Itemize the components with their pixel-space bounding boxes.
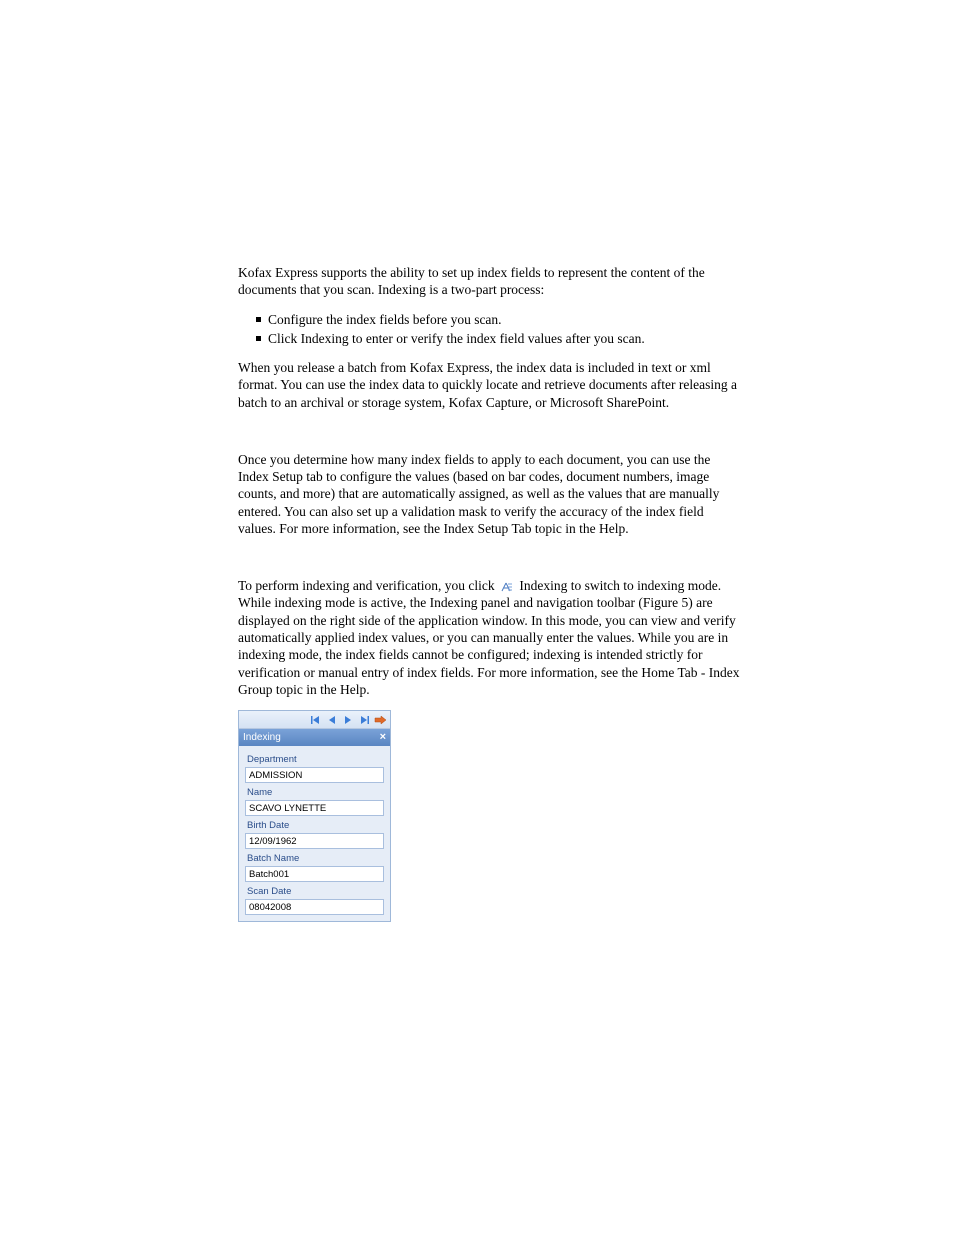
department-field[interactable] — [245, 767, 384, 783]
panel-titlebar: Indexing × — [239, 729, 390, 746]
panel-body: Department Name Birth Date Batch Name Sc… — [239, 746, 390, 921]
perform-text-pre: To perform indexing and verification, yo… — [238, 578, 498, 593]
nav-toolbar — [239, 711, 390, 729]
intro-paragraph: Kofax Express supports the ability to se… — [238, 264, 740, 299]
scan-date-field[interactable] — [245, 899, 384, 915]
release-paragraph: When you release a batch from Kofax Expr… — [238, 359, 740, 411]
birth-date-field[interactable] — [245, 833, 384, 849]
batch-name-field[interactable] — [245, 866, 384, 882]
indexing-icon — [500, 581, 514, 593]
indexing-panel: Indexing × Department Name Birth Date Ba… — [238, 710, 391, 922]
list-item: Configure the index fields before you sc… — [238, 311, 740, 328]
panel-title: Indexing — [243, 732, 281, 743]
config-paragraph: Once you determine how many index fields… — [238, 451, 740, 537]
field-label-department: Department — [247, 754, 384, 765]
close-icon[interactable]: × — [380, 732, 386, 743]
perform-text-post: Indexing to switch to indexing mode. Whi… — [238, 578, 740, 697]
perform-paragraph: To perform indexing and verification, yo… — [238, 577, 740, 698]
field-label-scan-date: Scan Date — [247, 886, 384, 897]
process-list: Configure the index fields before you sc… — [238, 311, 740, 348]
field-label-batch-name: Batch Name — [247, 853, 384, 864]
list-item: Click Indexing to enter or verify the in… — [238, 330, 740, 347]
nav-first-button[interactable] — [309, 713, 323, 727]
name-field[interactable] — [245, 800, 384, 816]
nav-prev-button[interactable] — [325, 713, 339, 727]
nav-next-button[interactable] — [341, 713, 355, 727]
field-label-birth-date: Birth Date — [247, 820, 384, 831]
nav-last-button[interactable] — [357, 713, 371, 727]
field-label-name: Name — [247, 787, 384, 798]
nav-forward-button[interactable] — [373, 713, 387, 727]
